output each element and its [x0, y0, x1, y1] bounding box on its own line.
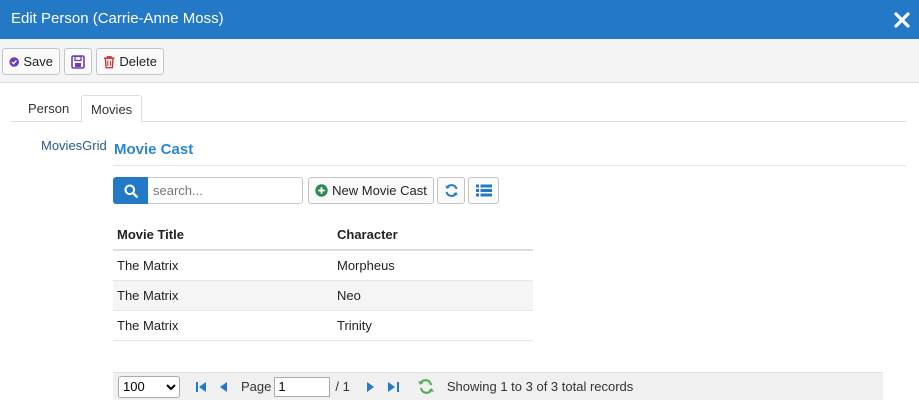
- dialog-title: Edit Person (Carrie-Anne Moss): [11, 10, 224, 27]
- section-divider: [113, 165, 906, 166]
- page-number-input[interactable]: [274, 376, 331, 397]
- plus-circle-icon: [315, 184, 328, 197]
- check-circle-icon: [9, 56, 19, 67]
- first-page-icon[interactable]: [196, 381, 207, 393]
- movie-cast-grid: Movie Title Character The Matrix Morpheu…: [113, 220, 533, 341]
- apply-button[interactable]: [64, 48, 92, 75]
- last-page-icon[interactable]: [387, 381, 399, 393]
- column-picker-button[interactable]: [468, 177, 499, 204]
- cell-movie-title[interactable]: The Matrix: [113, 250, 333, 281]
- grid-header-row: Movie Title Character: [113, 220, 533, 251]
- floppy-disk-icon: [71, 54, 85, 69]
- cell-movie-title[interactable]: The Matrix: [113, 280, 333, 311]
- dialog-toolbar: Save Delete: [0, 39, 919, 83]
- search-button[interactable]: [113, 177, 148, 204]
- tab-person-label: Person: [28, 101, 70, 116]
- cell-movie-title[interactable]: The Matrix: [113, 310, 333, 341]
- new-movie-cast-label: New Movie Cast: [332, 183, 427, 198]
- column-header-movie-title[interactable]: Movie Title: [113, 220, 333, 251]
- column-header-character[interactable]: Character: [333, 220, 533, 251]
- cell-character: Neo: [333, 280, 533, 311]
- reload-icon[interactable]: [417, 379, 435, 394]
- new-movie-cast-button[interactable]: New Movie Cast: [308, 177, 434, 204]
- section-title: Movie Cast: [114, 141, 194, 158]
- table-row[interactable]: The Matrix Neo: [113, 280, 533, 311]
- list-icon: [475, 184, 492, 197]
- table-row[interactable]: The Matrix Trinity: [113, 310, 533, 341]
- page-size-select[interactable]: 100: [118, 375, 180, 398]
- delete-button-label: Delete: [119, 54, 157, 69]
- page-label: Page: [241, 379, 272, 394]
- delete-button[interactable]: Delete: [96, 48, 164, 75]
- next-page-icon[interactable]: [366, 381, 374, 393]
- save-button-label: Save: [23, 54, 53, 69]
- cell-character: Trinity: [333, 310, 533, 341]
- total-pages: / 1: [335, 379, 350, 394]
- refresh-button[interactable]: [437, 177, 465, 204]
- records-status: Showing 1 to 3 of 3 total records: [446, 379, 634, 394]
- tab-movies-label: Movies: [91, 101, 133, 117]
- save-button[interactable]: Save: [2, 48, 60, 75]
- search-input[interactable]: [148, 177, 303, 204]
- quick-search: [113, 177, 303, 204]
- movies-grid-label: MoviesGrid: [41, 138, 107, 153]
- tab-person[interactable]: Person: [19, 95, 78, 122]
- close-icon[interactable]: [894, 12, 910, 28]
- grid-pager: 100 Page / 1 Showing 1 to 3 of 3 total r…: [113, 372, 883, 400]
- tab-strip: Person Movies: [11, 95, 906, 123]
- refresh-icon: [444, 184, 458, 197]
- table-row[interactable]: The Matrix Morpheus: [113, 250, 533, 281]
- dialog-titlebar: Edit Person (Carrie-Anne Moss): [0, 0, 919, 39]
- search-icon: [124, 184, 138, 198]
- trash-icon: [103, 55, 115, 68]
- prev-page-icon[interactable]: [220, 381, 227, 393]
- tab-movies[interactable]: Movies: [81, 95, 143, 123]
- cell-character: Morpheus: [333, 250, 533, 281]
